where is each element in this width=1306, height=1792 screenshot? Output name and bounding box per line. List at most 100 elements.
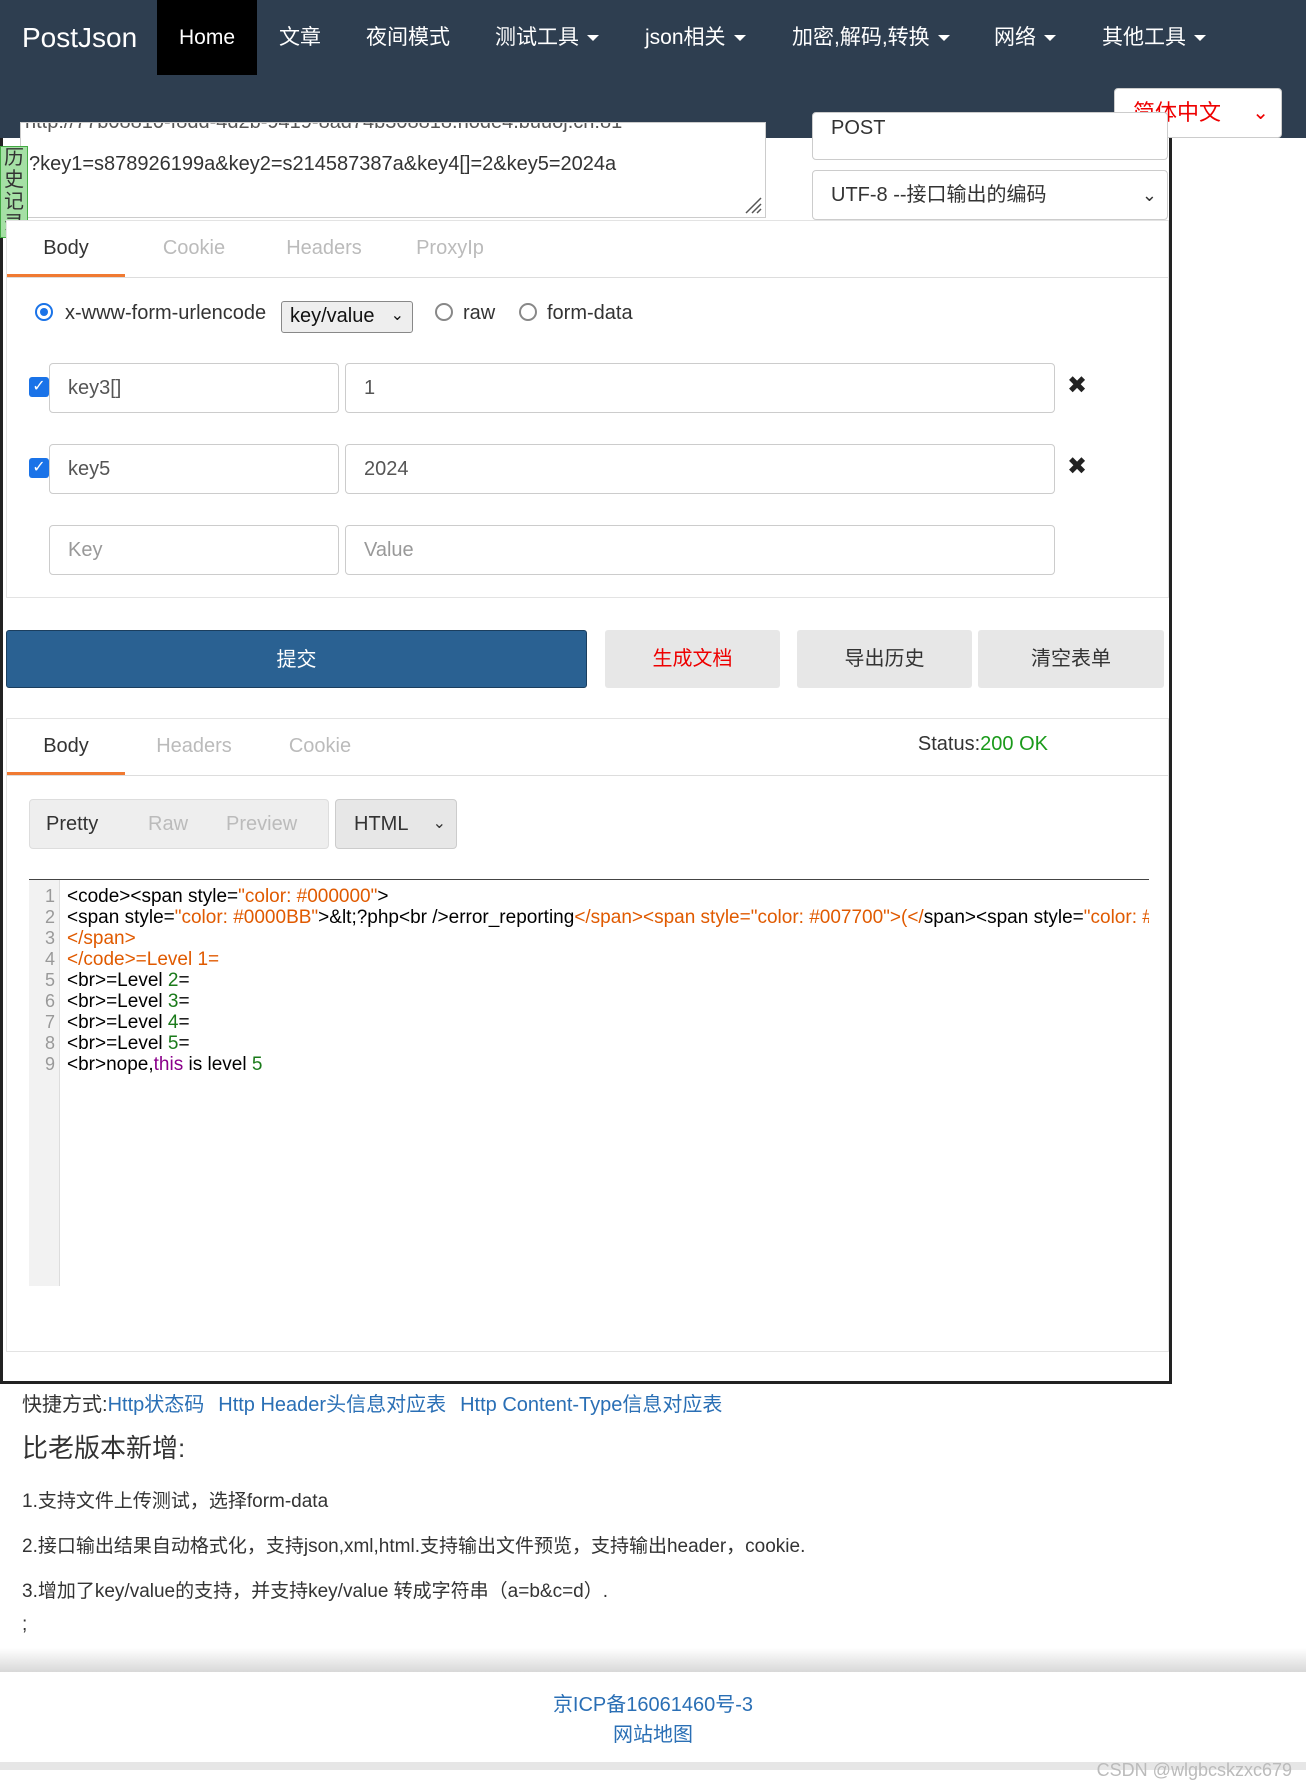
code-line: <br>=Level 3= xyxy=(67,991,190,1012)
nav-json-label: json相关 xyxy=(645,26,726,49)
chevron-down-icon: ⌄ xyxy=(1252,102,1269,124)
line-number: 1 xyxy=(44,886,55,906)
code-line: <br>=Level 5= xyxy=(67,1033,190,1054)
nav-home-label: Home xyxy=(179,26,236,49)
param-checkbox[interactable]: ✓ xyxy=(29,458,49,478)
chevron-down-icon: ⌄ xyxy=(432,815,446,832)
url-line-2: ?key1=s878926199a&key2=s214587387a&key4[… xyxy=(29,153,617,175)
line-number: 7 xyxy=(44,1012,55,1032)
tab-body[interactable]: Body xyxy=(7,221,125,277)
url-line-1: http://77b08810-f8dd-4d2b-9419-8ad74b308… xyxy=(25,122,623,133)
encoding-select-value: UTF-8 --接口输出的编码 xyxy=(831,184,1047,206)
chevron-down-icon: ⌄ xyxy=(1141,185,1157,205)
tab-resp-body[interactable]: Body xyxy=(7,719,125,775)
response-code-viewer[interactable]: 1 2 3 4 5 6 7 8 9 <code><span style="col… xyxy=(29,879,1149,1286)
new-features-heading: 比老版本新增: xyxy=(22,1433,186,1463)
tab-resp-headers[interactable]: Headers xyxy=(135,719,253,775)
line-number: 4 xyxy=(44,949,55,969)
code-line: </code>=Level 1= xyxy=(67,949,220,970)
tab-headers[interactable]: Headers xyxy=(261,221,387,277)
nav-home[interactable]: Home xyxy=(157,0,258,75)
view-preview-button[interactable]: Preview xyxy=(226,800,297,848)
radio-urlencode[interactable] xyxy=(35,303,53,321)
icp-link[interactable]: 京ICP备16061460号-3 xyxy=(0,1688,1306,1717)
response-card: Body Headers Cookie Status:200 OK Pretty… xyxy=(6,718,1169,1352)
delete-param-icon[interactable]: ✖ xyxy=(1067,452,1087,481)
request-tabs: Body Cookie Headers ProxyIp xyxy=(7,221,1168,278)
caret-down-icon xyxy=(587,35,599,42)
radio-urlencode-label: x-www-form-urlencode xyxy=(65,302,267,324)
line-number: 5 xyxy=(44,970,55,990)
generate-doc-button[interactable]: 生成文档 xyxy=(605,630,780,688)
link-content-type[interactable]: Http Content-Type信息对应表 xyxy=(460,1394,722,1416)
param-checkbox[interactable]: ✓ xyxy=(29,377,49,397)
encoding-select[interactable]: UTF-8 --接口输出的编码 ⌄ xyxy=(812,170,1168,220)
sitemap-link[interactable]: 网站地图 xyxy=(0,1718,1306,1747)
link-http-status[interactable]: Http状态码 xyxy=(108,1394,205,1416)
view-mode-group: Pretty Raw Preview xyxy=(29,799,329,849)
feature-item: ; xyxy=(22,1614,28,1635)
code-line: <br>=Level 4= xyxy=(67,1012,190,1033)
nav-test-tools[interactable]: 测试工具 xyxy=(473,0,621,75)
nav-articles-label: 文章 xyxy=(279,26,321,49)
watermark: CSDN @wlgbcskzxc679 xyxy=(1096,1760,1292,1780)
radio-raw[interactable] xyxy=(435,303,453,321)
nav-encrypt[interactable]: 加密,解码,转换 xyxy=(770,0,972,75)
link-http-header[interactable]: Http Header头信息对应表 xyxy=(218,1394,446,1416)
feature-item: 1.支持文件上传测试，选择form-data xyxy=(22,1491,329,1512)
clear-form-button[interactable]: 清空表单 xyxy=(978,630,1164,688)
param-value-input[interactable]: 2024 xyxy=(345,444,1055,494)
view-pretty-button[interactable]: Pretty xyxy=(46,800,98,848)
param-key-input[interactable]: key5 xyxy=(49,444,339,494)
resize-grip-icon[interactable] xyxy=(744,196,762,214)
nav-json[interactable]: json相关 xyxy=(623,0,768,75)
tab-cookie[interactable]: Cookie xyxy=(135,221,253,277)
code-line: </span> xyxy=(67,928,136,949)
tab-resp-cookie[interactable]: Cookie xyxy=(261,719,379,775)
line-number: 8 xyxy=(44,1033,55,1053)
caret-down-icon xyxy=(1194,35,1206,42)
nav-night-mode[interactable]: 夜间模式 xyxy=(344,0,472,75)
method-select-value: POST xyxy=(831,117,886,139)
footer-divider xyxy=(0,1648,1306,1672)
caret-down-icon xyxy=(1044,35,1056,42)
tab-proxyip[interactable]: ProxyIp xyxy=(395,221,505,277)
shortcut-label: 快捷方式: xyxy=(22,1394,108,1416)
new-value-input[interactable]: Value xyxy=(345,525,1055,575)
param-key-input[interactable]: key3[] xyxy=(49,363,339,413)
code-line: <br>=Level 2= xyxy=(67,970,190,991)
format-select[interactable]: HTML ⌄ xyxy=(335,799,457,849)
status-text: Status:200 OK xyxy=(918,733,1048,756)
delete-param-icon[interactable]: ✖ xyxy=(1067,371,1087,400)
status-label: Status: xyxy=(917,733,981,755)
footer: 京ICP备16061460号-3 网站地图 xyxy=(0,1672,1306,1770)
feature-item: 3.增加了key/value的支持，并支持key/value 转成字符串（a=b… xyxy=(22,1581,609,1602)
brand-logo[interactable]: PostJson xyxy=(22,18,137,58)
new-key-input[interactable]: Key xyxy=(49,525,339,575)
view-raw-button[interactable]: Raw xyxy=(148,800,188,848)
nav-network-label: 网络 xyxy=(994,26,1036,49)
feature-item: 2.接口输出结果自动格式化，支持json,xml,html.支持输出文件预览，支… xyxy=(22,1536,806,1557)
line-number: 2 xyxy=(44,907,55,927)
submit-button[interactable]: 提交 xyxy=(6,630,587,688)
nav-articles[interactable]: 文章 xyxy=(257,0,343,75)
code-line: <br>nope,this is level 5 xyxy=(67,1054,263,1075)
line-number: 3 xyxy=(44,928,55,948)
request-card: Body Cookie Headers ProxyIp x-www-form-u… xyxy=(6,220,1169,598)
kv-mode-select[interactable]: key/value ⌄ xyxy=(281,301,413,333)
nav-other-tools-label: 其他工具 xyxy=(1102,26,1186,49)
radio-raw-label: raw xyxy=(463,302,496,324)
method-select[interactable]: POST xyxy=(812,112,1168,160)
url-input[interactable]: http://77b08810-f8dd-4d2b-9419-8ad74b308… xyxy=(20,122,766,218)
caret-down-icon xyxy=(733,35,746,42)
shortcut-links: 快捷方式:Http状态码 Http Header头信息对应表 Http Conten… xyxy=(22,1388,736,1417)
nav-network[interactable]: 网络 xyxy=(972,0,1078,75)
format-select-value: HTML xyxy=(354,813,409,835)
caret-down-icon xyxy=(937,35,950,42)
nav-other-tools[interactable]: 其他工具 xyxy=(1080,0,1228,75)
code-line: <code><span style="color: #000000"> xyxy=(67,886,389,907)
code-line: <span style="color: #0000BB">&lt;?php<br… xyxy=(67,907,1149,928)
export-history-button[interactable]: 导出历史 xyxy=(797,630,972,688)
param-value-input[interactable]: 1 xyxy=(345,363,1055,413)
radio-formdata[interactable] xyxy=(519,303,537,321)
